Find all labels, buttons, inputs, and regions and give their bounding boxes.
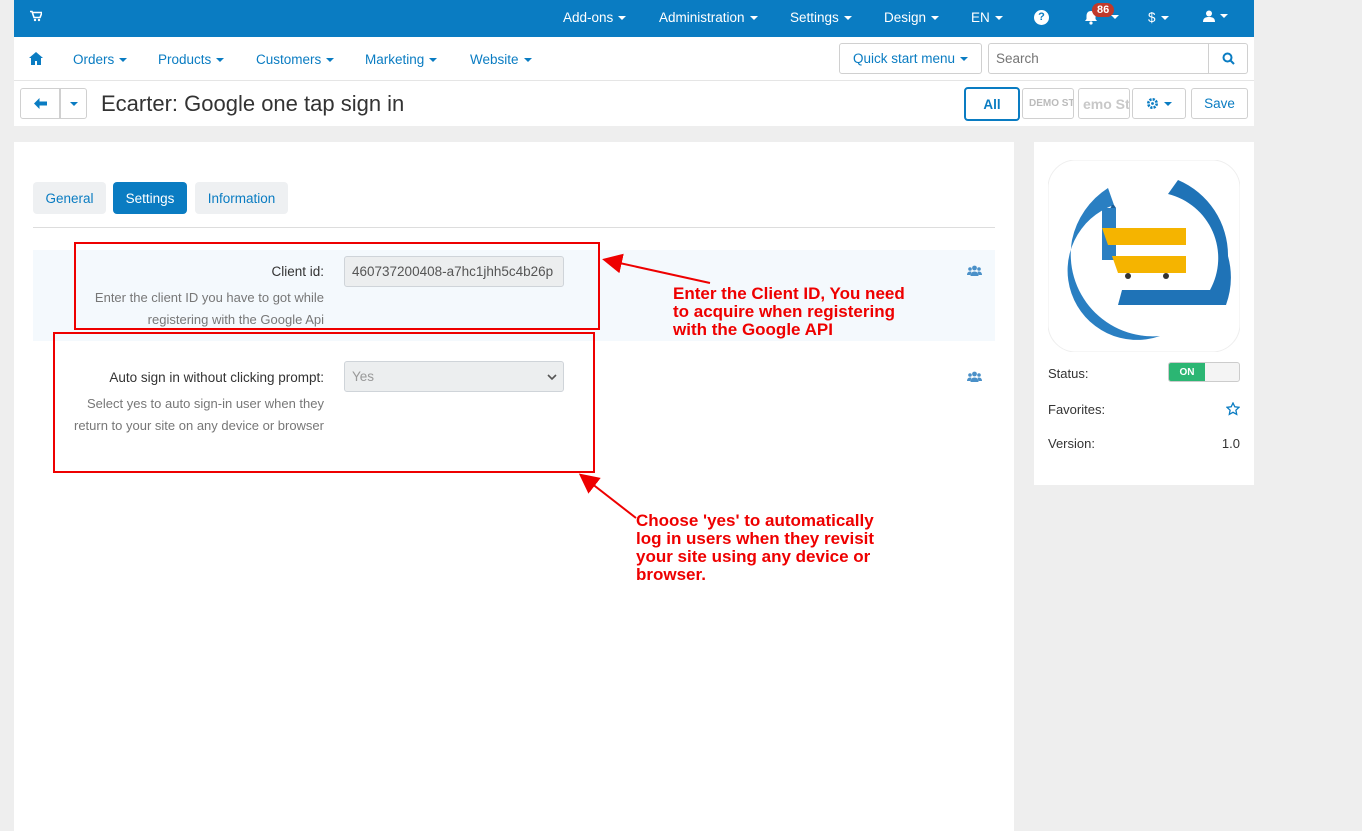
- status-toggle[interactable]: ON: [1168, 362, 1240, 382]
- arrow-client-id: [602, 253, 711, 284]
- addon-logo: [1048, 160, 1240, 352]
- version-label: Version:: [1048, 436, 1095, 451]
- star-icon[interactable]: [1226, 402, 1240, 416]
- annotation-auto-signin: Choose 'yes' to automatically log in use…: [636, 511, 875, 584]
- status-label: Status:: [1048, 366, 1089, 381]
- addon-sidebar: Status: ON Favorites: Version: 1.0: [1034, 142, 1254, 485]
- status-value: ON: [1169, 363, 1205, 381]
- favorites-label: Favorites:: [1048, 402, 1106, 417]
- annotation-client-id: Enter the Client ID, You need to acquire…: [673, 284, 905, 339]
- version-value: 1.0: [1221, 436, 1240, 451]
- arrow-auto-signin: [578, 473, 637, 519]
